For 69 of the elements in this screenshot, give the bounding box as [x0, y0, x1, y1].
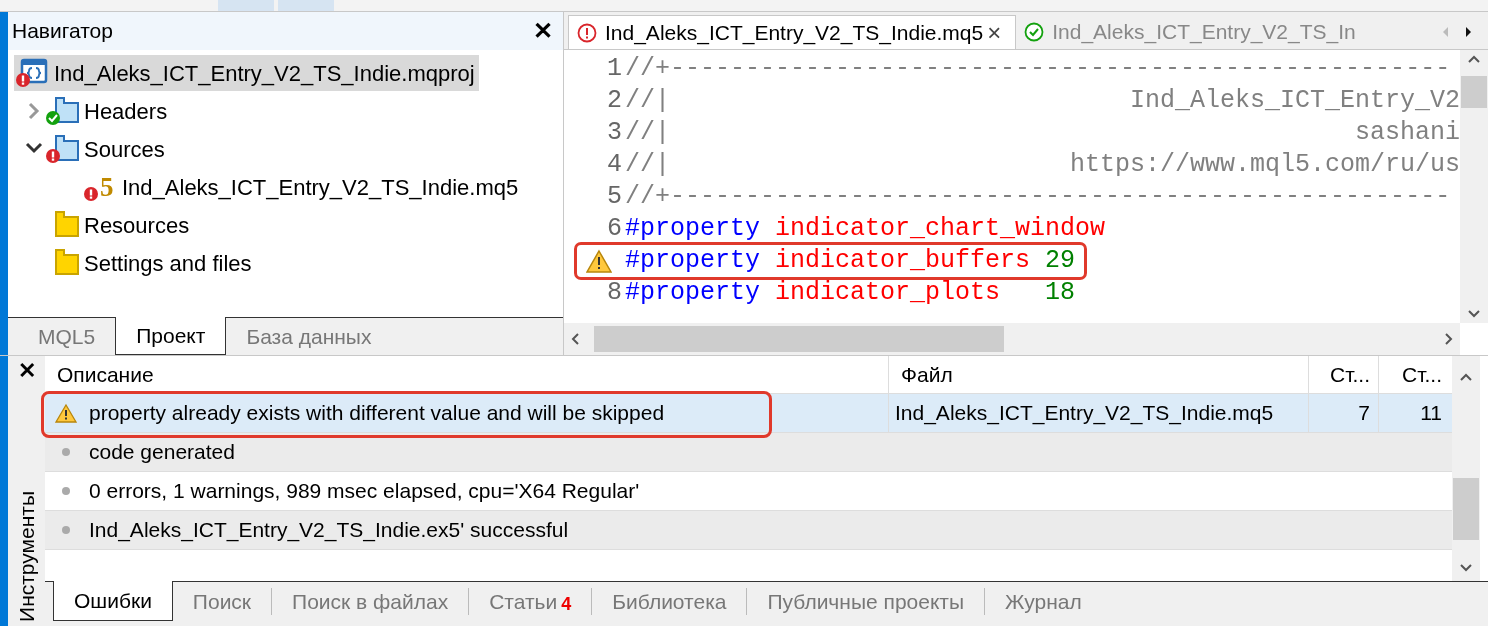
line-number: 5 — [607, 181, 622, 214]
scroll-down-icon[interactable] — [1467, 309, 1481, 319]
line-number: 8 — [607, 277, 622, 310]
close-button[interactable]: ✕ — [17, 360, 36, 382]
panel-tab[interactable]: Ошибки — [53, 581, 173, 621]
message-row[interactable]: Ind_Aleks_ICT_Entry_V2_TS_Indie.ex5' successful — [45, 511, 1452, 550]
scroll-up-icon[interactable] — [1467, 54, 1481, 64]
message-text: 0 errors, 1 warnings, 989 msec elapsed, cpu='X64 Regular' — [89, 478, 640, 505]
bullet-icon — [61, 447, 71, 457]
column-header[interactable]: Ст... — [1378, 356, 1450, 393]
scroll-right-icon[interactable] — [1444, 332, 1454, 346]
close-button[interactable]: ✕ — [527, 19, 559, 43]
column-header[interactable]: Ст... — [1308, 356, 1378, 393]
panel-tab[interactable]: Статьи 4 — [469, 582, 592, 621]
tree-item[interactable]: Sources — [44, 131, 169, 167]
message-row[interactable]: property already exists with different value and will be skipped Ind_Aleks_ICT_Entry_V2_TS_Indie.mq5 7 11 — [45, 394, 1452, 433]
code-line: #property indicator_chart_window — [625, 213, 1107, 245]
line-number: 3 — [607, 117, 622, 150]
panel-title: Инструменты — [13, 491, 39, 622]
horizontal-scrollbar[interactable] — [564, 323, 1460, 355]
panel-tab[interactable]: Проект — [115, 317, 227, 355]
code-line: //| Ind_Aleks_ICT_Entry_V2 — [625, 85, 1460, 117]
count-label: 4 — [561, 593, 572, 616]
column-header[interactable]: Файл — [888, 356, 1308, 393]
code-line: //+---------------------------------------------------- — [625, 181, 1452, 213]
message-text: property already exists with different value and will be skipped — [89, 400, 665, 427]
tree-item[interactable]: 5 Ind_Aleks_ICT_Entry_V2_TS_Indie.mq5 — [82, 169, 523, 205]
message-text: code generated — [89, 439, 235, 466]
code-line: //| https://www.mql5.com/ru/us — [625, 149, 1460, 181]
panel-tab[interactable]: Библиотека — [592, 582, 747, 621]
scrollbar-thumb[interactable] — [1453, 478, 1479, 540]
line-number: 4 — [607, 149, 622, 182]
close-tab-button[interactable]: × — [987, 14, 1002, 51]
tree-item[interactable]: Resources — [44, 207, 194, 243]
panel-tab[interactable]: Журнал — [985, 582, 1102, 621]
line-number: 2 — [607, 85, 622, 118]
code-line: //+---------------------------------------------------- — [625, 53, 1452, 85]
code-line: #property indicator_plots 18 — [625, 277, 1077, 309]
bullet-icon — [61, 486, 71, 496]
column-header[interactable]: Описание — [45, 356, 888, 393]
tree-item[interactable]: Headers — [44, 93, 172, 129]
panel-tab[interactable]: Публичные проекты — [747, 582, 985, 621]
table-cell: 7 — [1308, 394, 1378, 432]
panel-tab[interactable]: База данных — [226, 318, 392, 355]
tree-item[interactable]: Settings and files — [44, 245, 256, 281]
tab-scroll-right-icon — [1464, 25, 1474, 39]
panel-tab[interactable]: Поиск — [172, 582, 272, 621]
warning-icon — [55, 402, 77, 424]
bullet-icon — [61, 525, 71, 535]
panel-tab[interactable]: MQL5 — [18, 318, 116, 355]
scroll-up-icon[interactable] — [1459, 372, 1473, 382]
scrollbar-thumb[interactable] — [594, 326, 1004, 352]
panel-tab[interactable]: Поиск в файлах — [272, 582, 469, 621]
message-row[interactable]: code generated — [45, 433, 1452, 472]
line-number: 1 — [607, 53, 622, 86]
editor-tab[interactable]: Ind_Aleks_ICT_Entry_V2_TS_Indie.mq5 × — [568, 15, 1017, 49]
vertical-scrollbar[interactable] — [1452, 356, 1480, 581]
message-text: Ind_Aleks_ICT_Entry_V2_TS_Indie.ex5' successful — [89, 517, 569, 544]
code-line: //| sashani — [625, 117, 1460, 149]
scroll-down-icon[interactable] — [1459, 563, 1473, 573]
panel-title: Навигатор — [12, 18, 113, 45]
table-cell: Ind_Aleks_ICT_Entry_V2_TS_Indie.mq5 — [888, 394, 1308, 432]
code-line: #property indicator_buffers 29 — [625, 245, 1077, 277]
line-number: 6 — [607, 213, 622, 246]
tree-item[interactable]: Ind_Aleks_ICT_Entry_V2_TS_Indie.mqproj — [14, 55, 479, 91]
scroll-left-icon[interactable] — [570, 332, 580, 346]
table-cell: 11 — [1378, 394, 1450, 432]
scrollbar-thumb[interactable] — [1461, 76, 1487, 108]
vertical-scrollbar[interactable] — [1460, 50, 1488, 323]
